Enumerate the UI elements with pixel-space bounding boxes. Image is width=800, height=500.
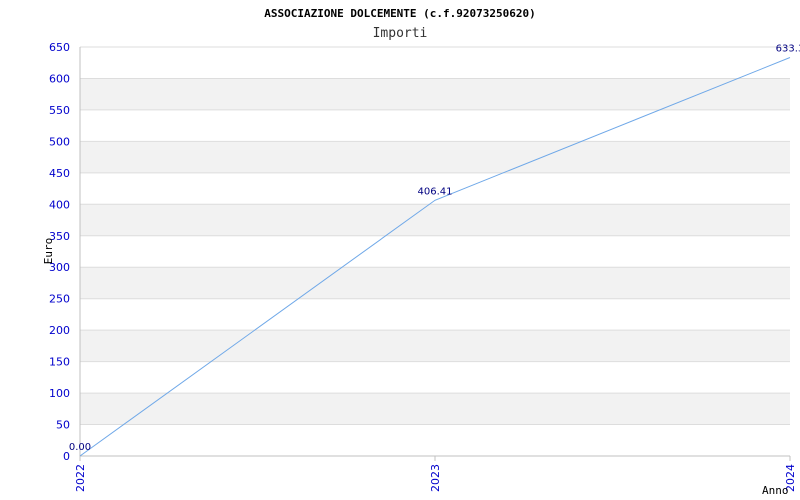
grid-band	[80, 141, 790, 173]
grid-band	[80, 393, 790, 425]
data-label: 0.00	[69, 442, 91, 453]
data-label: 406.41	[418, 186, 453, 197]
grid-band	[80, 204, 790, 236]
y-tick-label: 500	[49, 135, 70, 148]
y-tick-label: 600	[49, 72, 70, 85]
grid-band	[80, 330, 790, 362]
data-label: 633.3	[776, 44, 800, 55]
grid-band	[80, 78, 790, 110]
y-tick-label: 450	[49, 167, 70, 180]
y-axis-label: Euro	[42, 238, 55, 265]
y-tick-label: 150	[49, 356, 70, 369]
grid-band	[80, 267, 790, 299]
x-tick-label: 2022	[74, 464, 87, 492]
y-tick-label: 100	[49, 387, 70, 400]
x-axis-label: Anno	[762, 484, 789, 497]
y-tick-label: 250	[49, 293, 70, 306]
y-tick-label: 650	[49, 41, 70, 54]
chart-title: ASSOCIAZIONE DOLCEMENTE (c.f.92073250620…	[264, 7, 536, 20]
y-tick-label: 550	[49, 104, 70, 117]
line-chart: 050100150200250300350400450500550600650 …	[42, 7, 800, 497]
x-tick-label: 2023	[429, 464, 442, 492]
x-tick-labels: 2022 2023 2024	[74, 456, 797, 492]
y-tick-label: 400	[49, 198, 70, 211]
chart-subtitle: Importi	[373, 26, 428, 41]
y-tick-label: 200	[49, 324, 70, 337]
y-tick-label: 50	[56, 419, 70, 432]
grid-bands	[80, 78, 790, 425]
